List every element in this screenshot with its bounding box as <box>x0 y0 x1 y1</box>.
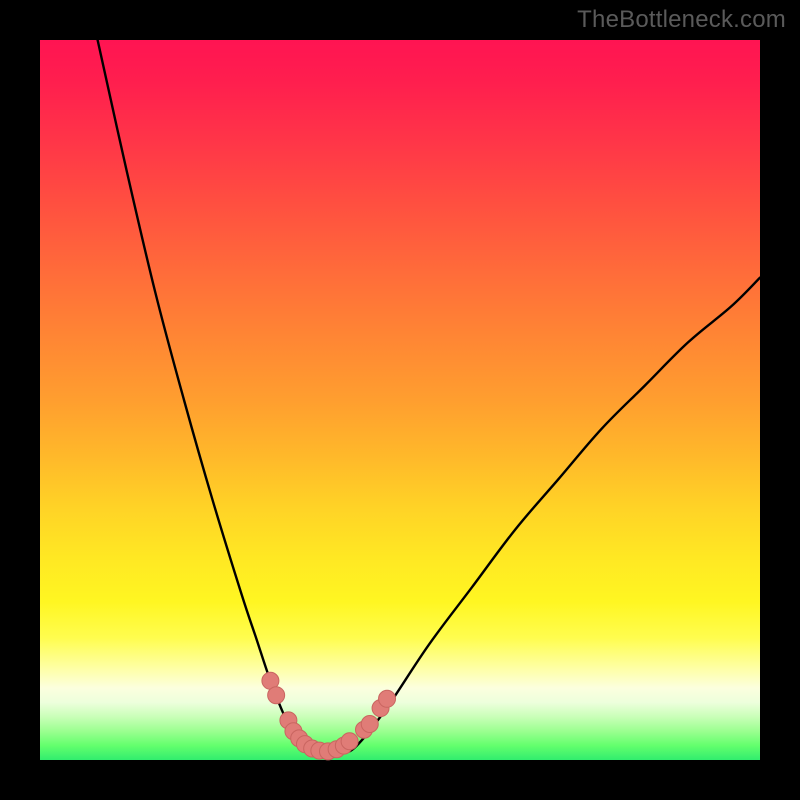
chart-frame: TheBottleneck.com <box>0 0 800 800</box>
marker-right-upper-2 <box>379 690 396 707</box>
marker-group <box>262 672 396 760</box>
plot-area <box>40 40 760 760</box>
marker-right-mid-2 <box>361 716 378 733</box>
chart-svg <box>40 40 760 760</box>
marker-floor-7 <box>341 733 358 750</box>
curve-group <box>98 40 760 753</box>
marker-left-upper-2 <box>268 687 285 704</box>
bottleneck-curve <box>98 40 760 753</box>
watermark-text: TheBottleneck.com <box>577 6 786 34</box>
